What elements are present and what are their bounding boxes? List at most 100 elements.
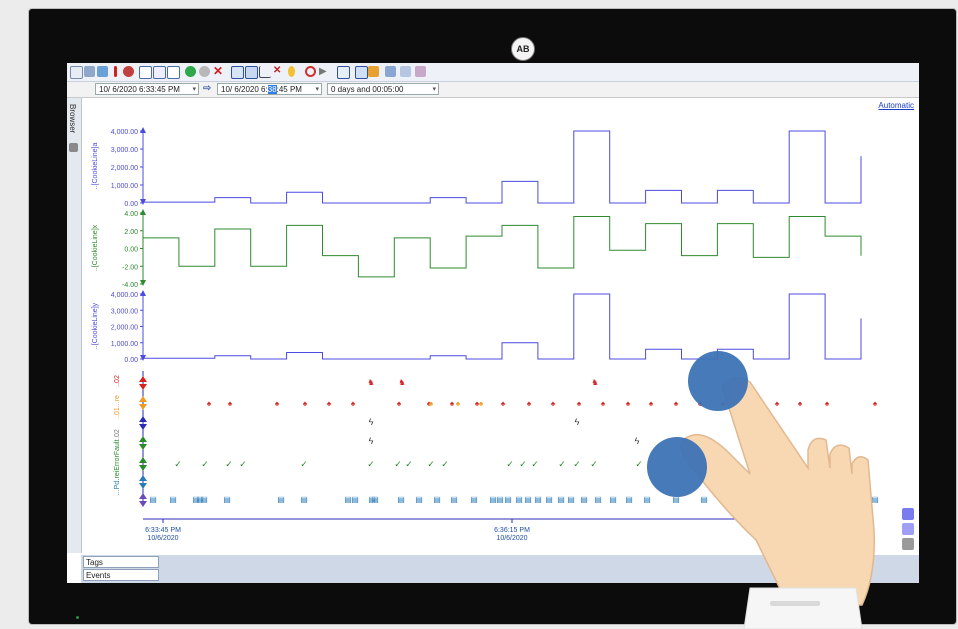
alarm-bell-icon: ♠: [577, 399, 582, 408]
y-tick-label: 1,000.00: [111, 183, 138, 190]
alarm-bell-icon: ♠: [397, 399, 402, 408]
checkmark-icon: ✓: [367, 459, 375, 469]
event-list-icon: ▤: [433, 495, 441, 504]
checkmark-icon: ✓: [174, 459, 182, 469]
alarm-bell-icon: ♠: [327, 399, 332, 408]
alarm-bell-icon: ♠: [303, 399, 308, 408]
event-row-marker: [139, 436, 147, 442]
event-list-icon: ▤: [524, 495, 532, 504]
y-axis-title: ..[CookieLine]a: [92, 143, 99, 190]
lightning-icon: ϟ: [369, 436, 374, 446]
multi-touch-hand-illustration: [647, 351, 875, 629]
checkmark-icon: ✓: [300, 459, 308, 469]
event-list-icon: ▤: [557, 495, 565, 504]
event-row-marker: [139, 424, 147, 430]
x-tick-date: 10/6/2020: [496, 535, 527, 542]
touch-point-1: [688, 351, 748, 411]
checkmark-icon: ✓: [558, 459, 566, 469]
checkmark-icon: ✓: [394, 459, 402, 469]
checkmark-icon: ✓: [441, 459, 449, 469]
checkmark-icon: ✓: [590, 459, 598, 469]
event-row-marker: [139, 493, 147, 499]
alarm-bell-icon: ♠: [450, 399, 455, 408]
alarm-bell-icon: ♠: [228, 399, 233, 408]
alarm-bell-icon: ♞: [398, 378, 405, 387]
event-list-icon: ▤: [515, 495, 523, 504]
checkmark-icon: ✓: [573, 459, 581, 469]
event-list-icon: ▤: [351, 495, 359, 504]
y-tick-label: -4.00: [122, 282, 138, 289]
tab-events[interactable]: Events: [83, 569, 159, 581]
event-list-icon: ▤: [450, 495, 458, 504]
event-list-icon: ▤: [609, 495, 617, 504]
y-tick-label: 4.00: [124, 211, 138, 218]
event-row-label: ...Pd: [114, 481, 121, 496]
event-list-icon: ▤: [169, 495, 177, 504]
y-tick-label: 0.00: [124, 201, 138, 208]
event-row-marker: [139, 396, 147, 402]
y-tick-label: 4,000.00: [111, 129, 138, 136]
event-row-marker: [139, 376, 147, 382]
tab-tags[interactable]: Tags: [83, 556, 159, 568]
event-row-label: ..01...re: [114, 395, 121, 419]
alarm-bell-icon: ♠: [601, 399, 606, 408]
alarm-bell-icon: ♞: [591, 378, 598, 387]
alarm-bell-icon: ♞: [367, 378, 374, 387]
y-tick-label: 3,000.00: [111, 308, 138, 315]
event-list-icon: ▤: [545, 495, 553, 504]
alarm-bell-icon: ♠: [551, 399, 556, 408]
zoom-out-button[interactable]: [902, 523, 914, 535]
checkmark-icon: ✓: [519, 459, 527, 469]
touch-point-2: [647, 437, 707, 497]
checkmark-icon: ✓: [405, 459, 413, 469]
event-list-icon: ▤: [415, 495, 423, 504]
checkmark-icon: ✓: [239, 459, 247, 469]
event-list-icon: ▤: [300, 495, 308, 504]
event-list-icon: ▤: [567, 495, 575, 504]
checkmark-icon: ✓: [225, 459, 233, 469]
event-list-icon: ▤: [277, 495, 285, 504]
event-row-label: ..02: [114, 375, 121, 387]
y-tick-label: 2,000.00: [111, 165, 138, 172]
event-list-icon: ▤: [534, 495, 542, 504]
checkmark-icon: ✓: [531, 459, 539, 469]
event-list-icon: ▤: [580, 495, 588, 504]
event-list-icon: ▤: [223, 495, 231, 504]
y-tick-label: 0.00: [124, 357, 138, 364]
event-list-icon: ▤: [504, 495, 512, 504]
allen-bradley-logo: AB: [511, 37, 535, 61]
y-tick-label: 0.00: [124, 247, 138, 254]
axis-arrow-down: [140, 280, 146, 286]
event-row-marker: [139, 483, 147, 489]
event-list-icon: ▤: [149, 495, 157, 504]
series-line-1: [143, 130, 862, 204]
event-row-marker: [139, 384, 147, 390]
alarm-bell-icon: ♠: [479, 399, 484, 408]
event-list-icon: ▤: [371, 495, 379, 504]
alarm-bell-icon: ♠: [501, 399, 506, 408]
axis-arrow-up: [140, 127, 146, 133]
checkmark-icon: ✓: [506, 459, 514, 469]
event-row-marker: [139, 501, 147, 507]
zoom-in-button[interactable]: [902, 508, 914, 520]
event-list-icon: ▤: [397, 495, 405, 504]
event-row-marker: [139, 444, 147, 450]
reset-zoom-button[interactable]: [902, 538, 914, 550]
lightning-icon: ϟ: [575, 417, 580, 427]
event-row-label: ..reiErrorFault: [114, 440, 121, 483]
event-list-icon: ▤: [470, 495, 478, 504]
event-row-marker: [139, 475, 147, 481]
x-tick-date: 10/6/2020: [147, 535, 178, 542]
y-axis-title: ..[CookieLine]x: [92, 224, 99, 271]
axis-arrow-up: [140, 209, 146, 215]
y-tick-label: 2.00: [124, 229, 138, 236]
x-tick-time: 6:33:45 PM: [145, 527, 181, 534]
alarm-bell-icon: ♠: [275, 399, 280, 408]
lightning-icon: ϟ: [369, 417, 374, 427]
alarm-bell-icon: ♠: [207, 399, 212, 408]
y-axis-title: ..[CookieLine]y: [92, 302, 99, 349]
alarm-bell-icon: ♠: [456, 399, 461, 408]
event-list-icon: ▤: [200, 495, 208, 504]
event-row-marker: [139, 404, 147, 410]
checkmark-icon: ✓: [201, 459, 209, 469]
